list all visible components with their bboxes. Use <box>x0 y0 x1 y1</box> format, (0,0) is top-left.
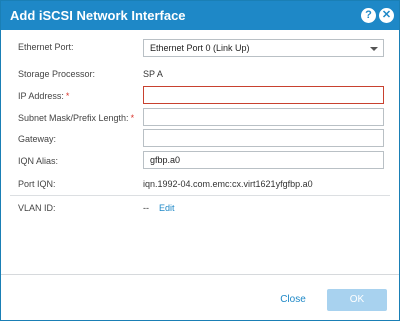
vlan-id-row: -- Edit <box>143 203 175 213</box>
iqn-alias-input[interactable]: gfbp.a0 <box>143 151 384 169</box>
subnet-mask-input[interactable] <box>143 108 384 126</box>
vlan-edit-link[interactable]: Edit <box>159 203 175 213</box>
ip-address-label: IP Address: * <box>18 91 69 101</box>
ip-address-input[interactable] <box>143 86 384 104</box>
required-marker: * <box>130 113 135 123</box>
ethernet-port-label: Ethernet Port: <box>18 42 74 52</box>
port-iqn-value: iqn.1992-04.com.emc:cx.virt1621yfgfbp.a0 <box>143 179 313 189</box>
close-button[interactable]: Close <box>269 289 317 311</box>
ip-address-label-text: IP Address: <box>18 91 64 101</box>
ethernet-port-value: Ethernet Port 0 (Link Up) <box>150 43 250 53</box>
storage-processor-label: Storage Processor: <box>18 69 96 79</box>
dialog-titlebar: Add iSCSI Network Interface ? ✕ <box>1 1 399 30</box>
section-divider <box>10 195 390 196</box>
help-icon[interactable]: ? <box>361 8 376 23</box>
close-icon[interactable]: ✕ <box>379 8 394 23</box>
add-iscsi-dialog: Add iSCSI Network Interface ? ✕ Ethernet… <box>0 0 400 321</box>
chevron-down-icon <box>370 47 378 51</box>
gateway-input[interactable] <box>143 129 384 147</box>
storage-processor-value: SP A <box>143 69 163 79</box>
ok-button[interactable]: OK <box>327 289 387 311</box>
gateway-label: Gateway: <box>18 134 57 144</box>
vlan-id-value: -- <box>143 203 149 213</box>
port-iqn-label: Port IQN: <box>18 179 56 189</box>
footer-divider <box>1 274 399 275</box>
dialog-title: Add iSCSI Network Interface <box>10 8 186 23</box>
iqn-alias-label: IQN Alias: <box>18 156 59 166</box>
ethernet-port-select[interactable]: Ethernet Port 0 (Link Up) <box>143 39 384 57</box>
subnet-label: Subnet Mask/Prefix Length: * <box>18 113 134 123</box>
subnet-label-text: Subnet Mask/Prefix Length: <box>18 113 129 123</box>
required-marker: * <box>65 91 70 101</box>
vlan-id-label: VLAN ID: <box>18 203 56 213</box>
